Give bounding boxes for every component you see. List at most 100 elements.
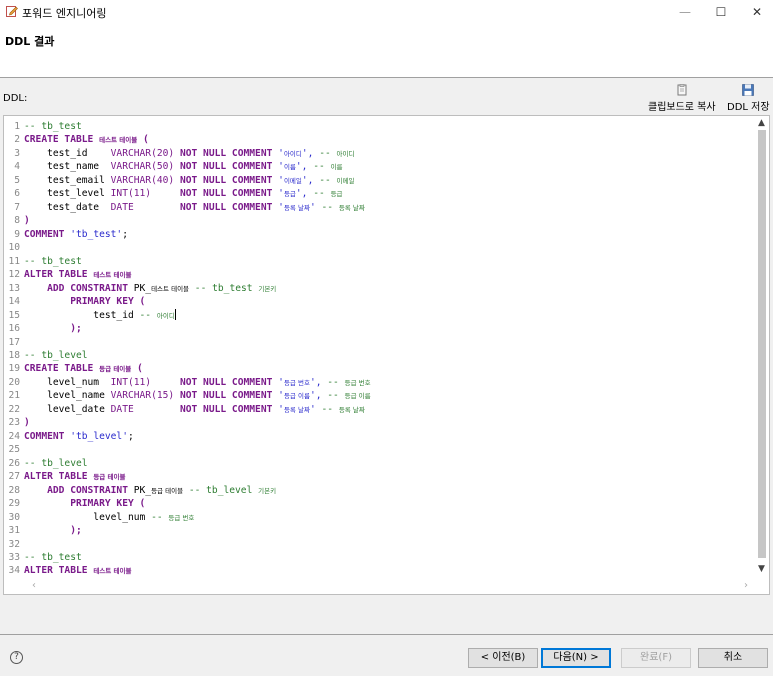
code-token: 등급 이름 xyxy=(344,392,371,401)
code-token: 등록 날짜 xyxy=(283,405,310,414)
line-number: 11 xyxy=(8,255,20,267)
code-token: ); xyxy=(24,525,82,537)
code-token: 등급 이름 xyxy=(283,392,310,401)
code-line: 8) xyxy=(4,214,756,227)
code-token: 등록 날짜 xyxy=(338,203,365,212)
code-line: 20 level_num INT(11) NOT NULL COMMENT '등… xyxy=(4,376,756,389)
scroll-down-icon[interactable]: ▼ xyxy=(758,564,765,574)
code-area[interactable]: 1 -- tb_test 2 CREATE TABLE 테스트 테이블 (3 test… xyxy=(4,120,756,578)
minimize-button[interactable]: — xyxy=(668,0,702,24)
copy-button-label: 클립보드로 복사 xyxy=(648,102,716,113)
line-number: 29 xyxy=(8,498,20,510)
code-token: 기본키 xyxy=(258,284,277,293)
copy-to-clipboard-button[interactable]: 클립보드로 복사 xyxy=(648,84,716,113)
line-number: 21 xyxy=(8,390,20,402)
code-token: NOT NULL COMMENT xyxy=(179,390,279,402)
code-token: VARCHAR(50) xyxy=(110,161,180,173)
maximize-button[interactable]: ☐ xyxy=(704,0,738,24)
cancel-button[interactable]: 취소 xyxy=(698,648,768,668)
code-token: NOT NULL COMMENT xyxy=(179,147,279,159)
code-line: 25 xyxy=(4,443,756,456)
code-token: -- xyxy=(139,309,157,321)
code-line: 10 xyxy=(4,241,756,254)
code-token: 등급 번호 xyxy=(168,513,195,522)
scrollbar-thumb[interactable] xyxy=(758,130,766,558)
finish-button: 완료(F) xyxy=(621,648,691,668)
code-token: ) xyxy=(24,215,30,227)
code-token: -- tb_level xyxy=(183,484,259,496)
code-line: 7 test_date DATE NOT NULL COMMENT '등록 날짜… xyxy=(4,201,756,214)
code-token: VARCHAR(20) xyxy=(110,147,180,159)
code-token: 아이디 xyxy=(156,311,175,320)
floppy-disk-icon xyxy=(742,84,755,96)
code-token: PRIMARY KEY ( xyxy=(24,498,146,510)
scroll-left-icon[interactable]: ‹ xyxy=(32,580,36,591)
code-token: test_date xyxy=(24,201,111,213)
code-line: 31 ); xyxy=(4,524,756,537)
code-token: 테스트 테이블 xyxy=(151,284,190,293)
code-token: PK_ xyxy=(133,484,152,496)
close-button[interactable]: ✕ xyxy=(740,0,773,24)
code-token: DATE xyxy=(110,403,180,415)
code-token: -- tb_level xyxy=(24,457,88,469)
code-line: 17 xyxy=(4,336,756,349)
code-line: 18 -- tb_level xyxy=(4,349,756,362)
vertical-scrollbar[interactable]: ▲ ▼ xyxy=(755,116,769,594)
code-token: ( xyxy=(137,134,149,146)
code-token: 등록 날짜 xyxy=(283,203,310,212)
code-token: ADD CONSTRAINT xyxy=(24,282,134,294)
code-token: VARCHAR(40) xyxy=(110,174,180,186)
code-line: 32 xyxy=(4,538,756,551)
code-token: level_date xyxy=(24,403,111,415)
line-number: 32 xyxy=(8,538,20,550)
scroll-up-icon[interactable]: ▲ xyxy=(758,118,765,128)
code-token: DATE xyxy=(110,201,180,213)
line-number: 6 xyxy=(14,188,20,200)
back-button[interactable]: < 이전(B) xyxy=(468,648,538,668)
line-number: 14 xyxy=(8,296,20,308)
line-number: 2 xyxy=(14,134,20,146)
pencil-form-icon xyxy=(6,6,18,17)
code-line: 34 ALTER TABLE 테스트 테이블 xyxy=(4,564,756,577)
save-ddl-button[interactable]: DDL 저장 xyxy=(727,84,770,113)
line-number: 12 xyxy=(8,269,20,281)
code-token: level_num xyxy=(24,511,152,523)
line-number: 20 xyxy=(8,376,20,388)
help-icon[interactable]: ? xyxy=(10,651,23,664)
horizontal-scrollbar[interactable]: ‹ › xyxy=(4,580,756,594)
ddl-text-editor[interactable]: 1 -- tb_test 2 CREATE TABLE 테스트 테이블 (3 test… xyxy=(3,115,770,595)
code-line: 24 COMMENT 'tb_level'; xyxy=(4,430,756,443)
code-token: -- tb_level xyxy=(24,349,88,361)
code-token: test_email xyxy=(24,174,111,186)
line-number: 13 xyxy=(8,282,20,294)
save-button-label: DDL 저장 xyxy=(727,102,770,113)
code-token: INT(11) xyxy=(110,188,180,200)
code-token: -- xyxy=(327,390,345,402)
line-number: 24 xyxy=(8,430,20,442)
code-token: INT(11) xyxy=(110,376,180,388)
code-line: 27 ALTER TABLE 등급 테이블 xyxy=(4,470,756,483)
code-token: ALTER TABLE xyxy=(24,471,94,483)
scroll-right-icon[interactable]: › xyxy=(744,580,748,591)
code-token: ' xyxy=(309,403,322,415)
code-token: NOT NULL COMMENT xyxy=(179,188,279,200)
code-token: 테스트 테이블 xyxy=(93,567,132,576)
next-button[interactable]: 다음(N) > xyxy=(541,648,611,668)
code-token: -- xyxy=(321,201,339,213)
code-token: ADD CONSTRAINT xyxy=(24,484,134,496)
code-line: 2 CREATE TABLE 테스트 테이블 ( xyxy=(4,133,756,146)
clipboard-icon xyxy=(677,84,687,96)
code-token: ALTER TABLE xyxy=(24,565,94,577)
code-token: -- tb_test xyxy=(24,255,82,267)
code-token: ) xyxy=(24,417,30,429)
code-token: 등급 테이블 xyxy=(99,365,132,374)
code-token: -- tb_test xyxy=(189,282,259,294)
code-token: NOT NULL COMMENT xyxy=(179,161,279,173)
code-token: ', xyxy=(301,174,320,186)
code-token: 등급 xyxy=(330,190,343,199)
code-token: -- xyxy=(321,403,339,415)
code-token: COMMENT xyxy=(24,430,71,442)
line-number: 16 xyxy=(8,323,20,335)
line-number: 15 xyxy=(8,309,20,321)
code-line: 16 ); xyxy=(4,322,756,335)
